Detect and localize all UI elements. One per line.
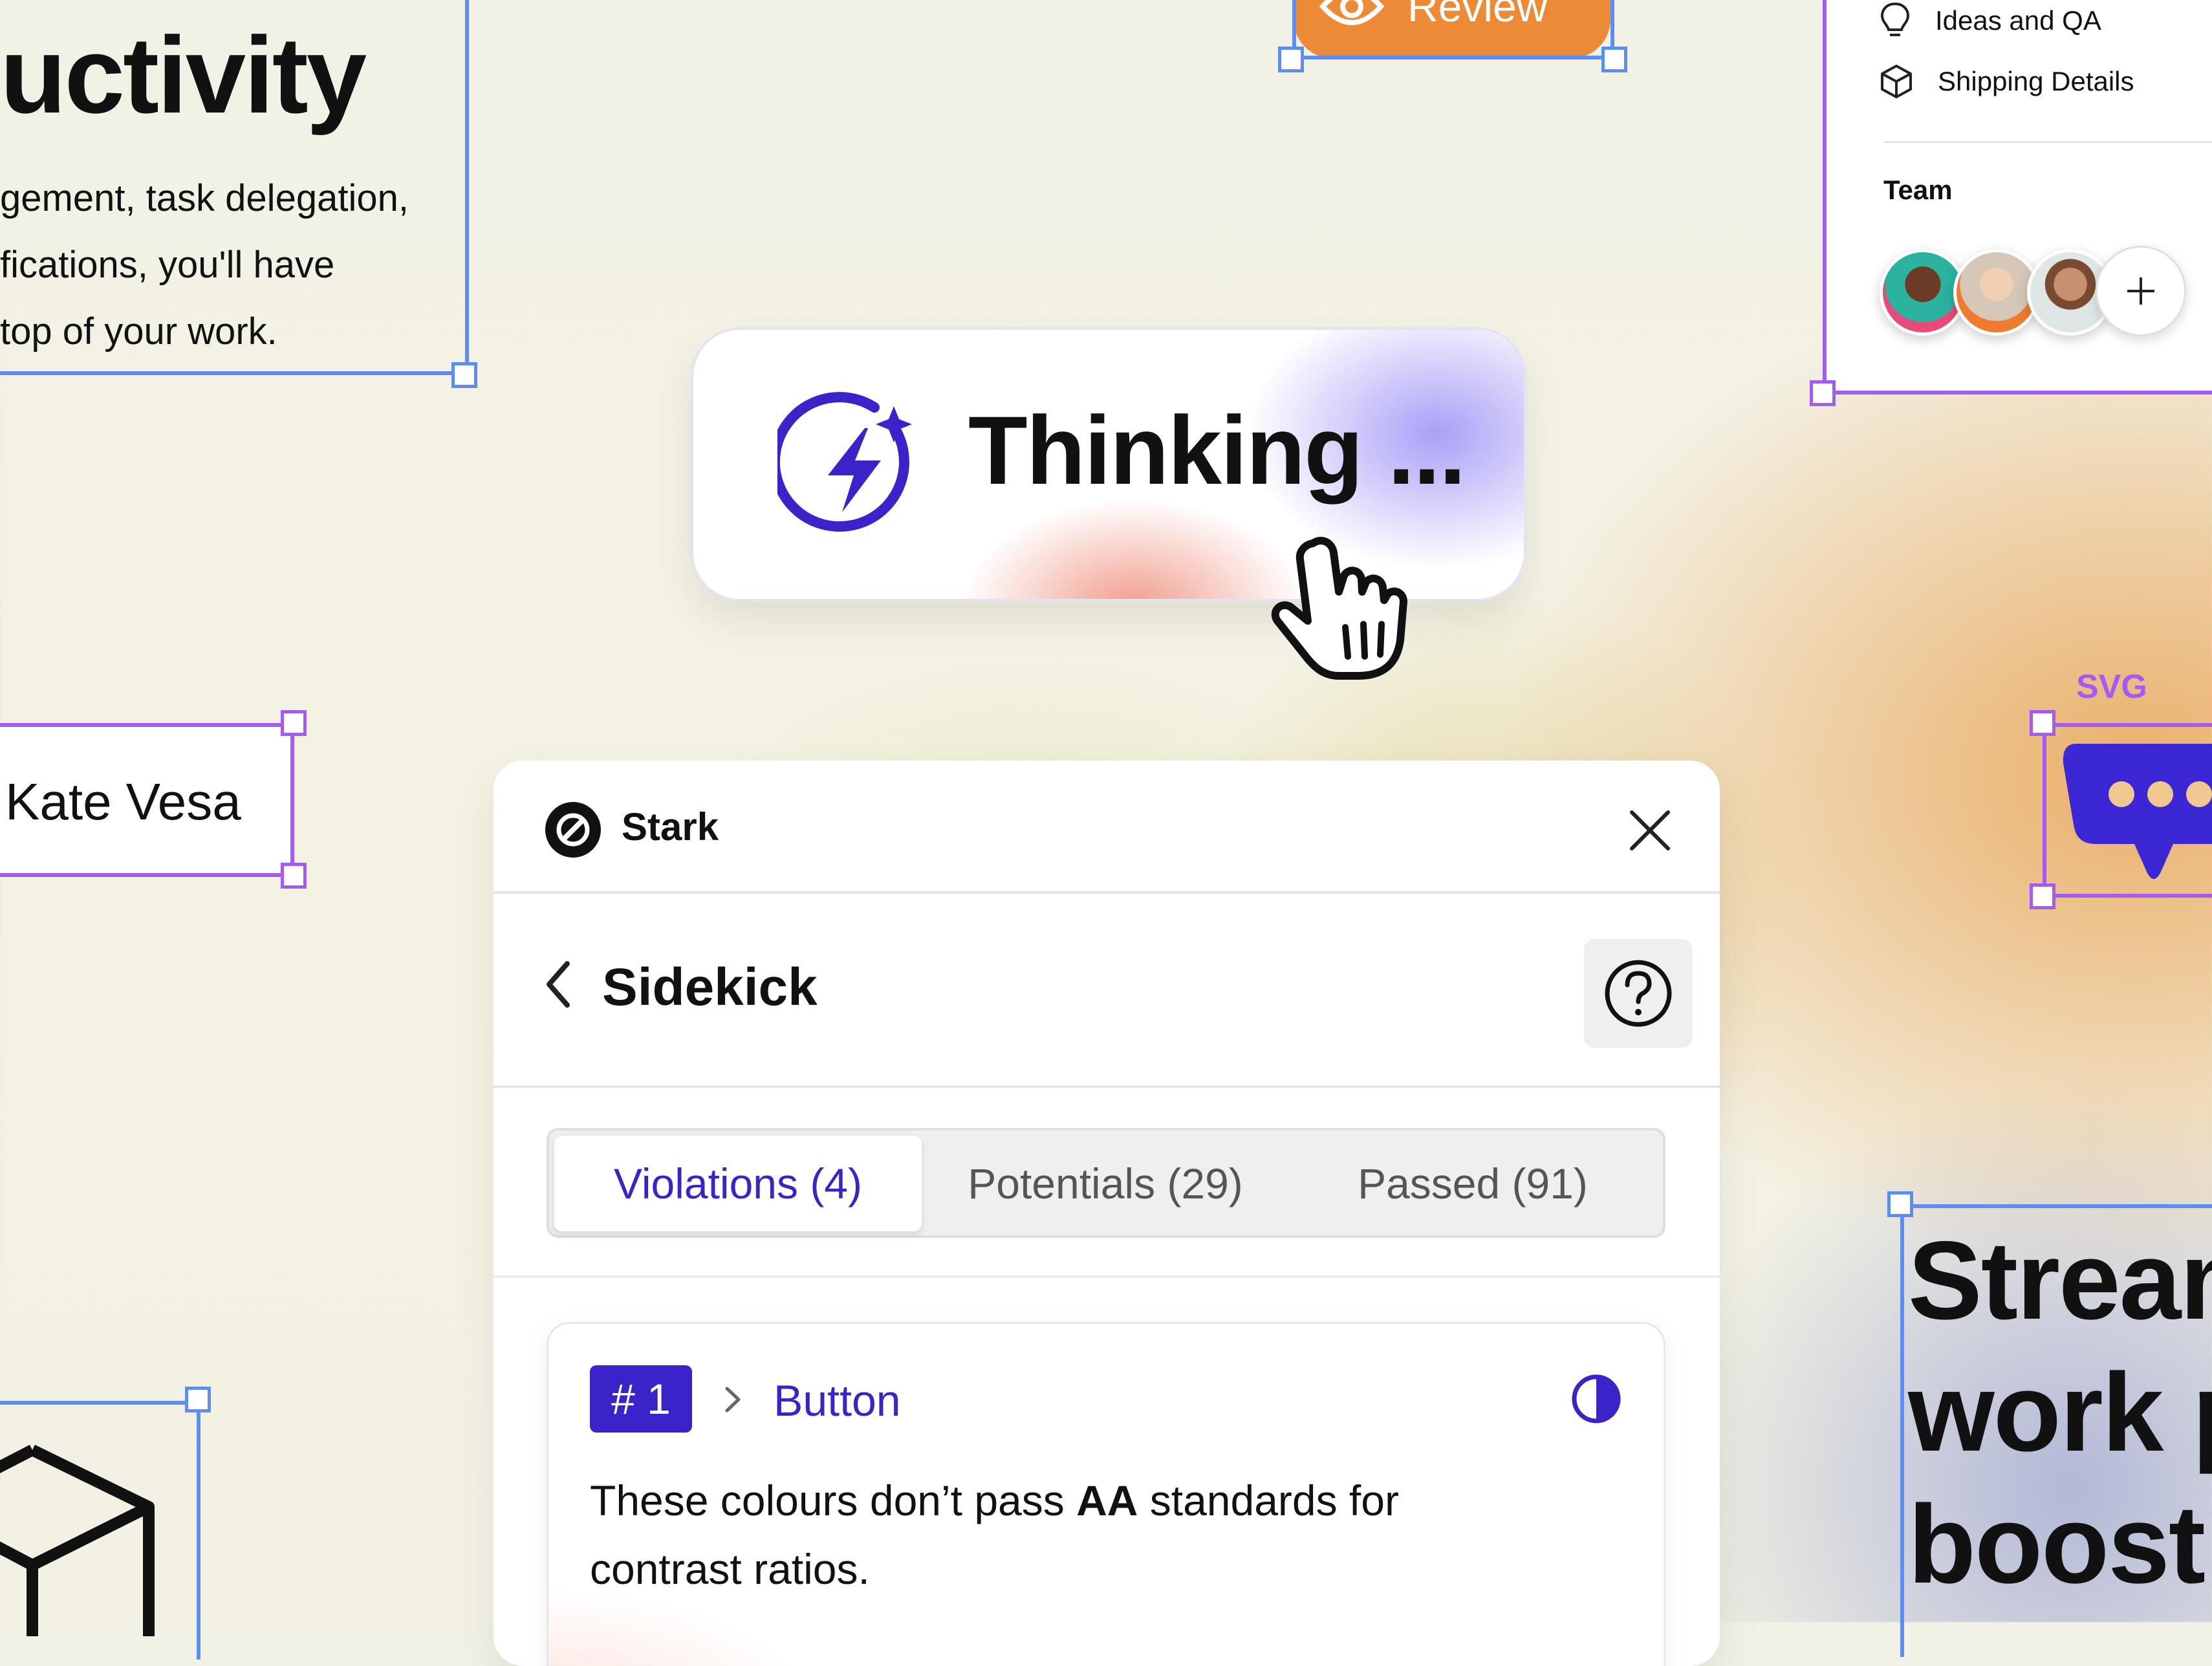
body-line: gement, task delegation,: [0, 177, 409, 219]
add-team-member-button[interactable]: [2096, 246, 2186, 336]
tab-bar: Violations (4) Potentials (29) Passed (9…: [547, 1128, 1665, 1238]
app-name: Stark: [622, 805, 719, 849]
violation-card[interactable]: # 1 Button These colours don’t pass AA s…: [547, 1322, 1665, 1666]
contrast-icon: [1572, 1374, 1621, 1423]
name-text: Kate Vesa: [5, 773, 241, 830]
violation-number-badge: # 1: [590, 1365, 692, 1433]
resize-handle[interactable]: [281, 863, 307, 889]
resize-handle[interactable]: [1278, 47, 1304, 72]
sidebar-item-label: Ideas and QA: [1935, 5, 2101, 36]
team-label: Team: [1883, 175, 1953, 205]
svg-label: SVG: [2076, 668, 2147, 706]
divider: [1883, 141, 2212, 143]
stream-heading: Stream work p boost: [1908, 1215, 2212, 1610]
violation-description: These colours don’t pass AA standards fo…: [590, 1466, 1560, 1603]
thinking-label: Thinking ...: [968, 396, 1466, 504]
plus-icon: [2127, 277, 2154, 305]
help-icon: [1605, 960, 1672, 1027]
close-icon[interactable]: [1627, 807, 1673, 854]
back-chevron-icon[interactable]: [539, 958, 578, 1010]
resize-handle[interactable]: [185, 1387, 211, 1412]
lightning-sparkle-icon: [777, 392, 912, 532]
body-line: top of your work.: [0, 310, 277, 352]
resize-handle[interactable]: [1810, 380, 1836, 406]
tab-potentials[interactable]: Potentials (29): [922, 1136, 1289, 1231]
heading-body-copy: gement, task delegation, fications, you'…: [0, 165, 409, 365]
sidebar-item-label: Shipping Details: [1938, 66, 2134, 96]
sidebar-item-ideas[interactable]: Ideas and QA: [1878, 1, 2101, 40]
chevron-right-icon: [725, 1387, 741, 1412]
resize-handle[interactable]: [1887, 1191, 1913, 1217]
project-sidebar: Ideas and QA Shipping Details Team: [1823, 0, 2212, 395]
stark-panel: Stark Sidekick Violations (4) Potentials…: [493, 761, 1720, 1666]
tab-passed[interactable]: Passed (91): [1289, 1136, 1656, 1231]
panel-header: Stark: [493, 761, 1720, 894]
help-button[interactable]: [1584, 939, 1693, 1048]
heading-text: uctivity: [0, 14, 367, 136]
resize-handle[interactable]: [1601, 47, 1627, 72]
selection-frame-name[interactable]: Kate Vesa: [0, 723, 294, 877]
violation-element-link[interactable]: Button: [774, 1376, 901, 1426]
chat-bubble-icon: [2063, 744, 2212, 879]
panel-subheader: Sidekick: [493, 894, 1720, 1088]
desc-text: These colours don’t pass: [590, 1477, 1077, 1524]
hand-cursor-icon: [1271, 537, 1407, 680]
tab-violations[interactable]: Violations (4): [554, 1136, 922, 1231]
stream-line: work p: [1908, 1350, 2212, 1475]
resize-handle[interactable]: [451, 362, 477, 388]
lightbulb-icon: [1880, 2, 1910, 36]
body-line: fications, you'll have: [0, 244, 335, 286]
resize-handle[interactable]: [281, 710, 307, 736]
divider: [493, 1275, 1720, 1278]
sidebar-item-shipping[interactable]: Shipping Details: [1878, 63, 2134, 100]
page-title: Sidekick: [602, 958, 818, 1017]
resize-handle[interactable]: [2030, 710, 2055, 736]
stream-line: Stream: [1908, 1218, 2212, 1343]
selection-frame-stream[interactable]: Stream work p boost: [1900, 1204, 2212, 1657]
selection-frame-review[interactable]: [1292, 0, 1614, 60]
cube-icon: [0, 1444, 155, 1636]
resize-handle[interactable]: [2030, 883, 2055, 909]
desc-bold: AA: [1076, 1477, 1138, 1524]
stark-logo-icon: [545, 802, 601, 858]
stream-line: boost: [1908, 1482, 2206, 1606]
box-icon: [1881, 65, 1912, 98]
